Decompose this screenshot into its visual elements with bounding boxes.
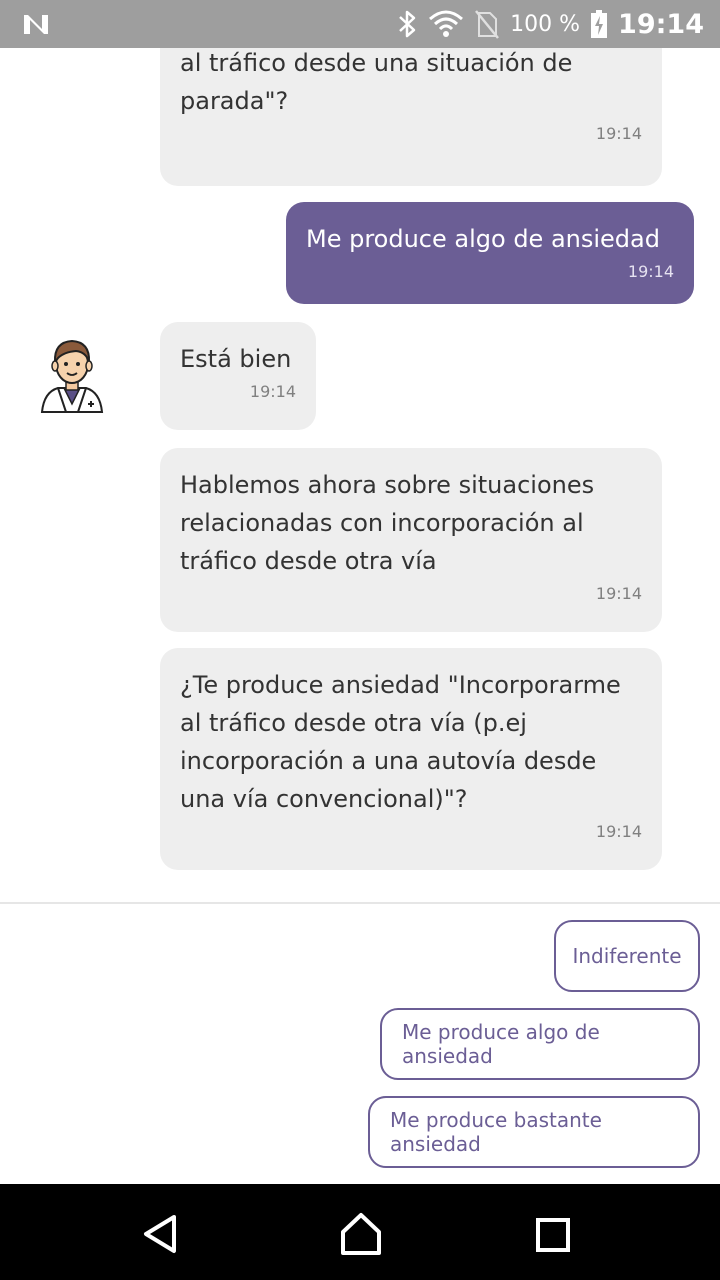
chat-area[interactable]: ¿Te produce ansiedad "Incorporarme al tr…: [0, 48, 720, 902]
message-text: ¿Te produce ansiedad "Incorporarme al tr…: [180, 671, 621, 813]
bluetooth-icon: [399, 10, 416, 38]
message-time: 19:14: [595, 124, 642, 143]
no-sim-icon: [475, 10, 500, 39]
status-clock: 19:14: [618, 8, 704, 40]
option-indiferente-button[interactable]: Indiferente: [554, 920, 700, 992]
message-time: 19:14: [627, 262, 674, 281]
home-icon[interactable]: [340, 1212, 382, 1256]
message-time: 19:14: [595, 822, 642, 841]
bot-message: Hablemos ahora sobre situaciones relacio…: [160, 448, 662, 632]
message-text: Me produce algo de ansiedad: [306, 225, 660, 253]
wifi-icon: [429, 10, 464, 37]
battery-percent: 100 %: [510, 11, 581, 37]
bot-message: ¿Te produce ansiedad "Incorporarme al tr…: [160, 648, 662, 870]
back-icon[interactable]: [140, 1214, 180, 1254]
nav-bar: [0, 1184, 720, 1280]
n-logo-icon: [24, 15, 48, 34]
user-message: Me produce algo de ansiedad 19:14: [286, 202, 694, 304]
recents-icon[interactable]: [536, 1218, 570, 1252]
status-bar: 100 % 19:14: [0, 0, 720, 48]
battery-charging-icon: [591, 10, 608, 38]
message-time: 19:14: [595, 584, 642, 603]
bot-message: ¿Te produce ansiedad "Incorporarme al tr…: [160, 48, 662, 186]
bot-message: Está bien 19:14: [160, 322, 316, 430]
option-algo-ansiedad-button[interactable]: Me produce algo de ansiedad: [380, 1008, 700, 1080]
message-time: 19:14: [249, 382, 296, 401]
option-bastante-ansiedad-button[interactable]: Me produce bastante ansiedad: [368, 1096, 700, 1168]
quick-replies: Indiferente Me produce algo de ansiedad …: [0, 904, 720, 1184]
message-text: Hablemos ahora sobre situaciones relacio…: [180, 471, 595, 575]
doctor-avatar-icon: [40, 339, 104, 413]
message-text: Está bien: [180, 345, 292, 373]
message-text: ¿Te produce ansiedad "Incorporarme al tr…: [180, 49, 573, 115]
